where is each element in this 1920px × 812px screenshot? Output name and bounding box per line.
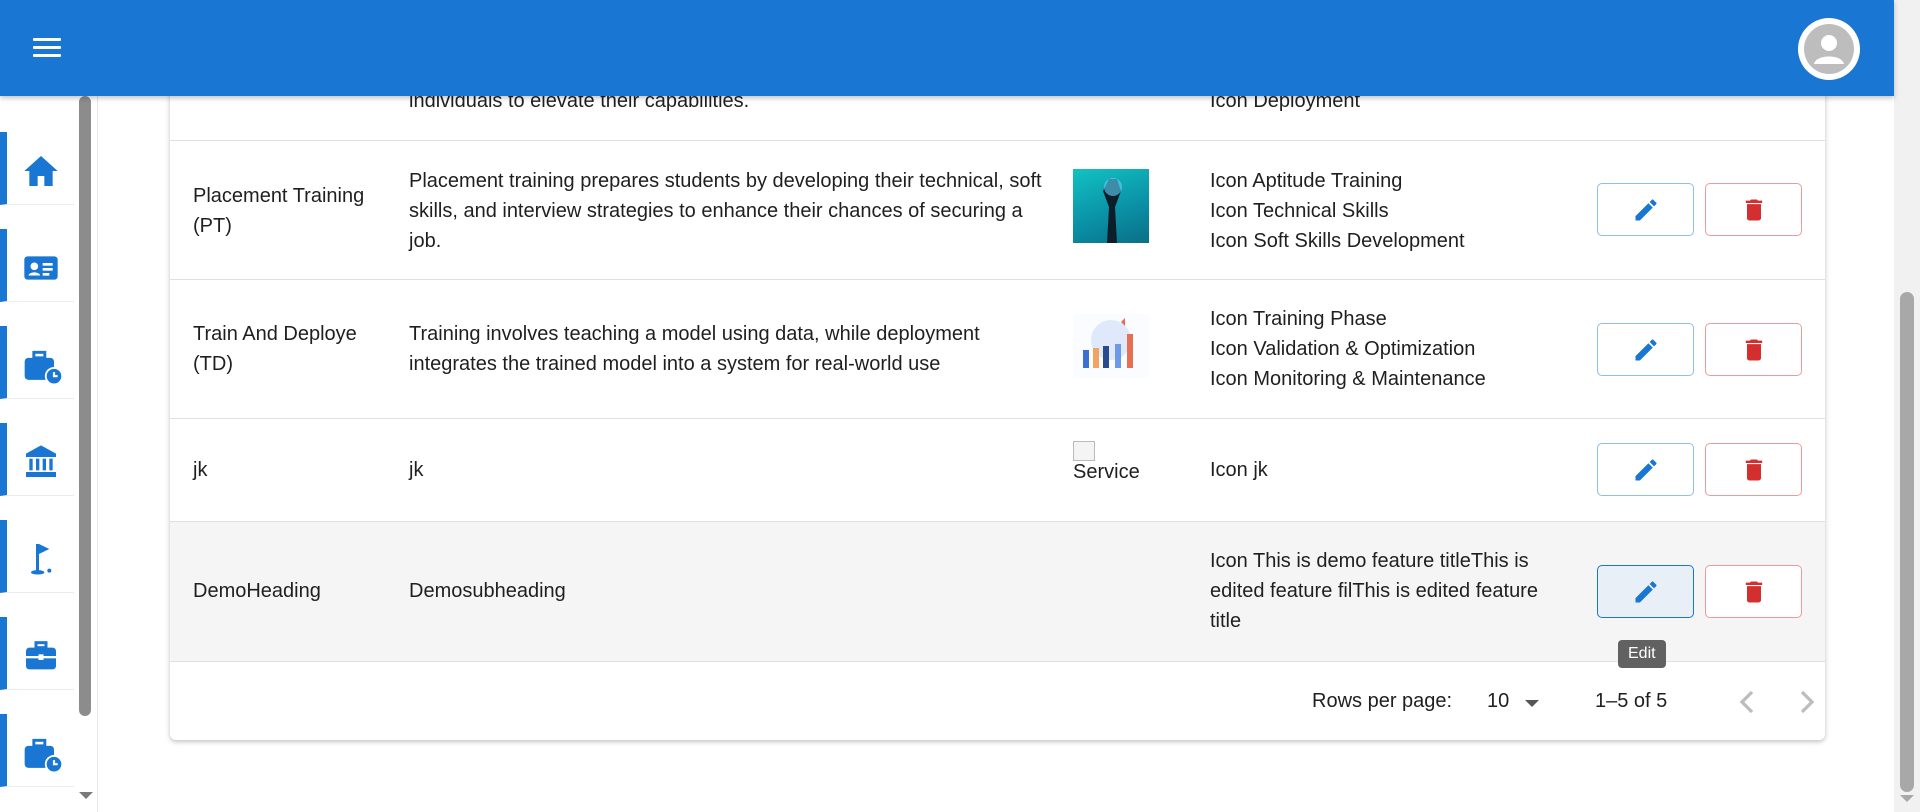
page-scroll-down-icon[interactable]	[1900, 795, 1914, 802]
delete-button[interactable]	[1705, 565, 1802, 618]
row-description: Placement training prepares students by …	[409, 170, 1042, 252]
hamburger-menu-icon[interactable]	[28, 31, 68, 65]
service-image-alt: Service	[1073, 461, 1140, 483]
feature-item: Icon Soft Skills Development	[1210, 230, 1465, 252]
table-pagination: Rows per page: 10 1–5 of 5	[170, 662, 1825, 740]
pencil-icon	[1635, 339, 1657, 361]
delete-button[interactable]	[1705, 443, 1802, 496]
chevron-right-icon	[1800, 690, 1815, 714]
service-thumbnail	[1073, 314, 1149, 378]
edit-tooltip: Edit	[1618, 640, 1666, 668]
sidebar	[0, 96, 98, 812]
row-title: Train And Deploye (TD)	[193, 323, 357, 375]
bank-icon	[26, 445, 56, 477]
edit-button[interactable]	[1597, 323, 1694, 376]
service-thumbnail	[1073, 169, 1149, 243]
sidebar-item-goals[interactable]	[0, 520, 74, 593]
sidebar-item-jobs[interactable]	[0, 326, 74, 399]
app-bar	[0, 0, 1894, 96]
account-circle-icon	[1804, 24, 1854, 74]
briefcase-clock-icon	[24, 350, 64, 386]
row-description: Training involves teaching a model using…	[409, 323, 980, 375]
row-description: Demosubheading	[409, 580, 566, 602]
sidebar-item-institution[interactable]	[0, 423, 74, 496]
delete-button[interactable]	[1705, 323, 1802, 376]
rows-per-page-value: 10	[1487, 690, 1510, 712]
feature-item: Icon Validation & Optimization	[1210, 338, 1476, 360]
edit-button[interactable]	[1597, 443, 1694, 496]
page-scrollbar-thumb[interactable]	[1900, 292, 1914, 792]
sidebar-scroll-down-icon[interactable]	[79, 792, 93, 799]
row-title: DemoHeading	[193, 580, 321, 602]
golf-flag-icon	[31, 544, 52, 575]
home-icon	[24, 156, 58, 186]
table-row: Placement Training (PT) Placement traini…	[170, 141, 1825, 280]
row-description: jk	[409, 459, 424, 481]
edit-button[interactable]	[1597, 565, 1694, 618]
feature-item: Icon Aptitude Training	[1210, 170, 1403, 192]
feature-item: Icon Training Phase	[1210, 308, 1387, 330]
delete-button[interactable]	[1705, 183, 1802, 236]
edit-button[interactable]	[1597, 183, 1694, 236]
briefcase-icon	[26, 641, 56, 670]
row-title: jk	[193, 459, 208, 481]
pagination-range: 1–5 of 5	[1595, 690, 1668, 712]
sidebar-item-schedule[interactable]	[0, 714, 74, 787]
sidebar-item-home[interactable]	[0, 132, 74, 205]
table-row: Train And Deploye (TD) Training involves…	[170, 280, 1825, 419]
trash-icon	[1745, 459, 1763, 481]
feature-item: Icon This is demo feature titleThis is e…	[1210, 550, 1538, 632]
prev-page-button[interactable]	[1727, 682, 1767, 722]
feature-item: Icon Monitoring & Maintenance	[1210, 368, 1486, 390]
table-row: jk jk Service Icon jk	[170, 419, 1825, 522]
feature-item: Icon jk	[1210, 459, 1268, 481]
pencil-icon	[1635, 459, 1657, 481]
rows-per-page-label: Rows per page:	[1312, 690, 1453, 712]
briefcase-clock-icon	[24, 738, 64, 774]
feature-item: Icon Technical Skills	[1210, 200, 1389, 222]
chevron-left-icon	[1739, 690, 1754, 714]
services-table: individuals to elevate their capabilitie…	[170, 60, 1825, 740]
account-avatar[interactable]	[1798, 18, 1860, 80]
chevron-down-icon	[1525, 700, 1539, 707]
sidebar-item-profile[interactable]	[0, 229, 74, 302]
table-row: DemoHeading Demosubheading Icon This is …	[170, 522, 1825, 662]
trash-icon	[1745, 581, 1763, 603]
trash-icon	[1745, 339, 1763, 361]
pencil-icon	[1635, 199, 1657, 221]
sidebar-scrollbar[interactable]	[79, 96, 91, 716]
row-title: Placement Training (PT)	[193, 185, 365, 237]
pencil-icon	[1635, 581, 1657, 603]
sidebar-item-work[interactable]	[0, 617, 74, 690]
trash-icon	[1745, 199, 1763, 221]
next-page-button[interactable]	[1787, 682, 1825, 722]
contact-card-icon	[24, 256, 58, 280]
rows-per-page-select[interactable]: 10	[1487, 686, 1547, 716]
